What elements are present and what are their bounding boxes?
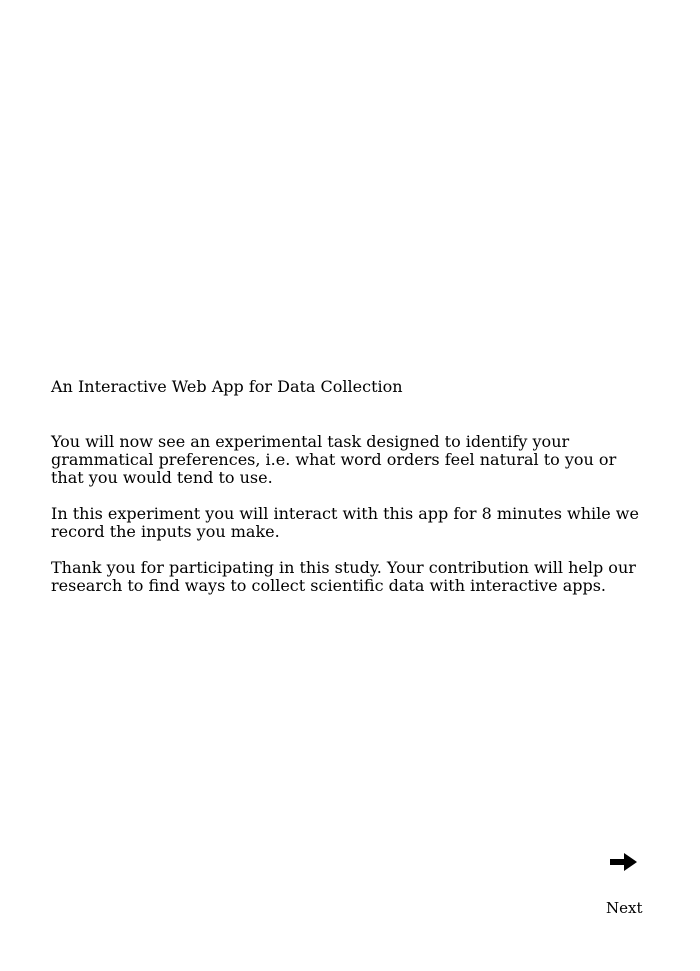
intro-section: An Interactive Web App for Data Collecti…	[51, 377, 651, 613]
next-label[interactable]: Next	[606, 899, 643, 917]
page-title: An Interactive Web App for Data Collecti…	[51, 377, 403, 396]
next-button[interactable]: Next	[596, 846, 652, 926]
intro-paragraph: Thank you for participating in this stud…	[51, 558, 636, 595]
intro-paragraph: You will now see an experimental task de…	[51, 432, 617, 487]
arrow-right-icon[interactable]	[610, 852, 638, 872]
intro-paragraph: In this experiment you will interact wit…	[51, 504, 639, 541]
